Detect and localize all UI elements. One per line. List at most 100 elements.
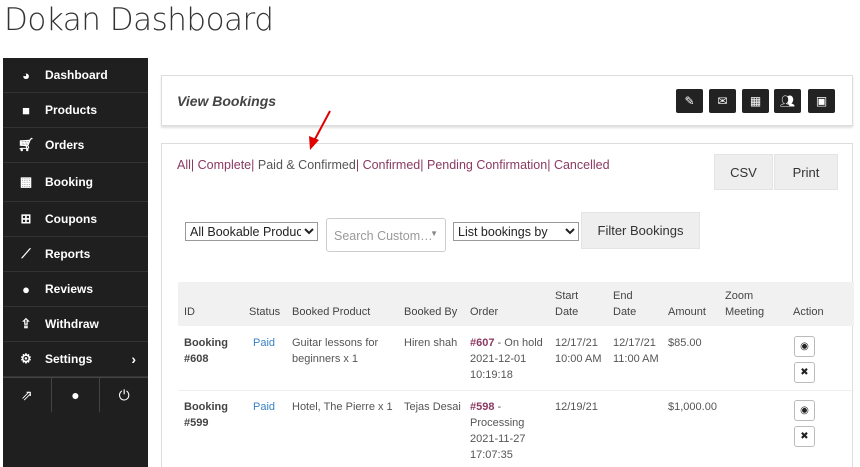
chevron-down-icon: ▼: [430, 229, 438, 238]
sidebar-item-products[interactable]: ■ Products: [3, 93, 148, 128]
end-date: 12/17/21: [613, 337, 656, 349]
dashboard-icon: ◕: [22, 67, 30, 83]
sidebar-item-dashboard[interactable]: ◕ Dashboard: [3, 58, 148, 93]
start-date: 12/19/21: [555, 401, 598, 413]
filter-complete[interactable]: Complete: [198, 158, 252, 172]
close-icon[interactable]: ✖: [794, 362, 815, 383]
search-placeholder: Search Custom…: [334, 229, 433, 243]
order-time: 17:07:35: [470, 449, 513, 461]
gift-icon: ⊞: [20, 211, 32, 226]
order-status: - On hold: [494, 337, 543, 349]
order-status: -: [494, 401, 502, 413]
sidebar-item-reviews[interactable]: ● Reviews: [3, 272, 148, 307]
booking-id: Booking: [184, 337, 228, 349]
order-time: 10:19:18: [470, 369, 513, 381]
header-amount: Amount: [668, 306, 706, 318]
status-filters: All| Complete| Paid & Confirmed| Confirm…: [177, 158, 610, 172]
status-badge: Paid: [253, 401, 276, 413]
comments-icon: ●: [22, 281, 30, 297]
view-bookings-title: View Bookings: [177, 93, 277, 109]
order-status-text: Processing: [470, 417, 525, 429]
filter-bookings-button[interactable]: Filter Bookings: [581, 212, 700, 249]
filter-separator: |: [251, 158, 258, 172]
amount: $1,000.00: [668, 401, 717, 413]
sidebar-item-booking[interactable]: ▦ Booking: [3, 163, 148, 202]
sidebar-bottom-actions: ⇗ ● ⏻: [3, 377, 148, 412]
sidebar-item-label: Coupons: [45, 212, 97, 226]
chart-icon: ⟋: [21, 246, 31, 261]
sidebar-item-withdraw[interactable]: ⇪ Withdraw: [3, 307, 148, 342]
header-zoom: Zoom: [725, 290, 754, 302]
status-badge: Paid: [253, 337, 276, 349]
booked-product[interactable]: Guitar lessons for: [292, 335, 378, 351]
order-link[interactable]: #598: [470, 401, 494, 413]
header-end-date: Date: [613, 306, 637, 318]
filter-separator: |: [547, 158, 554, 172]
end-time: 11:00 AM: [613, 353, 659, 365]
page-title: Dokan Dashboard: [4, 2, 274, 38]
table-row: Booking #599 Paid Hotel, The Pierre x 1 …: [178, 392, 854, 467]
header-start-date: Date: [555, 306, 579, 318]
bookable-product-select[interactable]: All Bookable Product: [185, 222, 318, 241]
sidebar-item-settings[interactable]: ⚙ Settings ›: [3, 342, 148, 377]
filter-paid-confirmed[interactable]: Paid & Confirmed: [258, 158, 356, 172]
view-icon[interactable]: ◉: [794, 336, 815, 357]
filter-cancelled[interactable]: Cancelled: [554, 158, 610, 172]
order-cell: #607 - On hold: [470, 335, 543, 351]
sidebar: ◕ Dashboard ■ Products 🛒︎ Orders ▦ Booking ⊞…: [3, 58, 148, 467]
filter-pending[interactable]: Pending Confirmation: [427, 158, 547, 172]
sidebar-item-label: Withdraw: [45, 317, 99, 331]
booked-by: Hiren shah: [404, 337, 458, 349]
view-icon[interactable]: ◉: [794, 400, 815, 421]
sidebar-item-label: Dashboard: [45, 68, 108, 82]
print-button[interactable]: Print: [774, 154, 838, 190]
booked-product[interactable]: Hotel, The Pierre x 1: [292, 399, 393, 415]
calendar-icon[interactable]: ▦: [742, 89, 769, 113]
booked-by: Tejas Desai: [404, 401, 461, 413]
cart-icon: 🛒︎: [17, 137, 35, 152]
header-id: ID: [184, 306, 195, 318]
close-icon[interactable]: ✖: [794, 426, 815, 447]
start-time: 10:00 AM: [555, 353, 602, 365]
header-order: Order: [470, 306, 499, 318]
calendar-plus-icon[interactable]: ▣: [808, 89, 835, 113]
filter-separator: |: [420, 158, 427, 172]
sidebar-item-label: Settings: [45, 352, 93, 366]
sidebar-item-orders[interactable]: 🛒︎ Orders: [3, 128, 148, 163]
chevron-right-icon: ›: [131, 351, 136, 367]
customer-search-input[interactable]: Search Custom… ▼: [326, 218, 446, 252]
header-booked-product: Booked Product: [292, 306, 371, 318]
briefcase-icon: ■: [22, 102, 30, 118]
sidebar-item-label: Booking: [45, 175, 93, 189]
header-meeting: Meeting: [725, 306, 765, 318]
start-date: 12/17/21: [555, 337, 598, 349]
user-icon[interactable]: ●: [52, 378, 101, 412]
view-bookings-header: View Bookings ✎ ✉ ▦ 👥︎ ▣: [161, 75, 853, 126]
sidebar-item-label: Products: [45, 103, 98, 117]
order-link[interactable]: #607: [470, 337, 494, 349]
amount: $85.00: [668, 337, 702, 349]
envelope-icon[interactable]: ✉: [709, 89, 736, 113]
filter-confirmed[interactable]: Confirmed: [363, 158, 421, 172]
booking-number[interactable]: #608: [184, 351, 208, 367]
header-end: End: [613, 290, 633, 302]
header-status: Status: [249, 306, 281, 318]
sidebar-item-label: Reports: [45, 247, 91, 261]
edit-icon[interactable]: ✎: [676, 89, 703, 113]
bookings-panel: All| Complete| Paid & Confirmed| Confirm…: [161, 143, 854, 467]
power-icon[interactable]: ⏻: [100, 378, 148, 412]
filter-separator: |: [355, 158, 363, 172]
sidebar-item-label: Reviews: [45, 282, 94, 296]
external-link-icon[interactable]: ⇗: [3, 378, 52, 412]
sidebar-item-coupons[interactable]: ⊞ Coupons: [3, 202, 148, 237]
header-action: Action: [793, 306, 824, 318]
header-start: Start: [555, 290, 579, 302]
filter-all[interactable]: All: [177, 158, 191, 172]
list-bookings-by-select[interactable]: List bookings by: [453, 222, 579, 241]
booked-product-qty: beginners x 1: [292, 353, 359, 365]
booking-number[interactable]: #599: [184, 415, 208, 431]
sidebar-item-reports[interactable]: ⟋ Reports: [3, 237, 148, 272]
table-header: ID Status Booked Product Booked By Order…: [178, 282, 854, 326]
csv-button[interactable]: CSV: [714, 154, 773, 190]
users-icon[interactable]: 👥︎: [774, 89, 801, 113]
